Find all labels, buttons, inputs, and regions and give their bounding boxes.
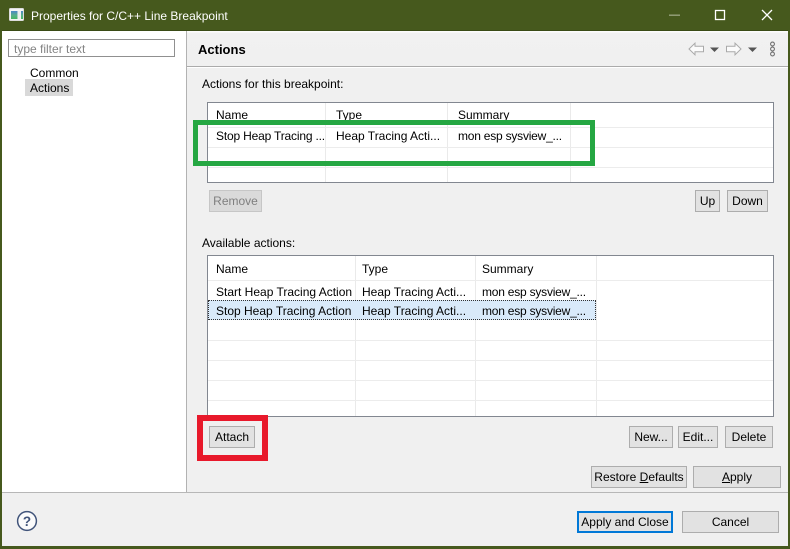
svg-text:?: ? <box>23 514 31 529</box>
